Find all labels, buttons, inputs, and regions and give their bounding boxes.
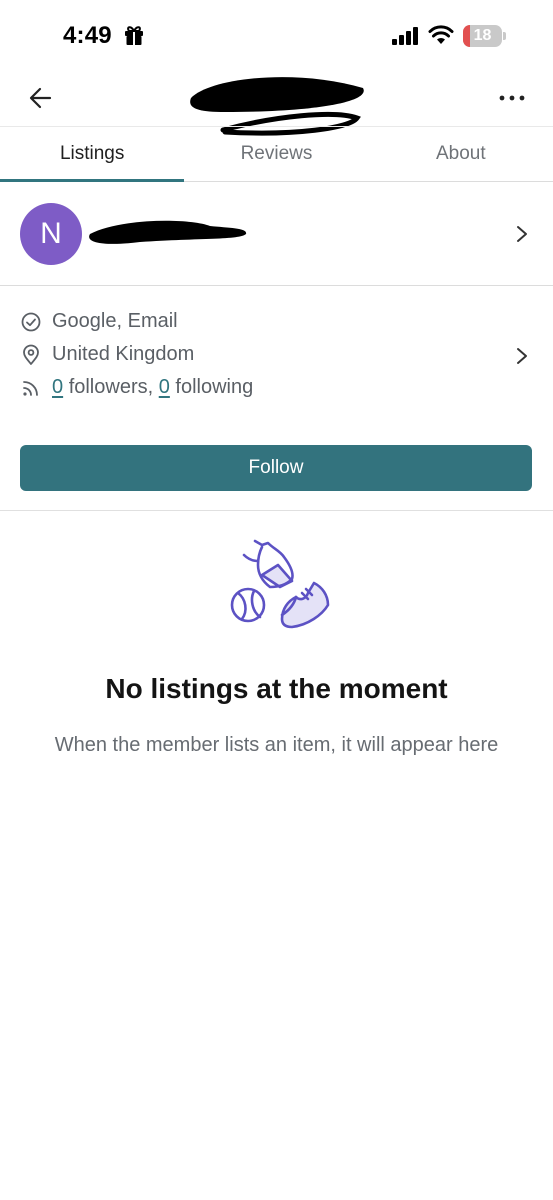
chevron-right-icon: [517, 348, 527, 364]
signal-icon: [392, 27, 418, 45]
tab-about[interactable]: About: [369, 127, 553, 181]
followers-label: followers,: [68, 376, 154, 398]
empty-state-subtitle: When the member lists an item, it will a…: [54, 734, 499, 756]
check-circle-icon: [21, 312, 41, 332]
profile-tabs: Listings Reviews About: [0, 126, 553, 182]
follow-button[interactable]: Follow: [20, 445, 532, 491]
location-pin-icon: [23, 344, 39, 365]
verification-text: Google, Email: [52, 310, 178, 332]
followers-count-link[interactable]: 0: [52, 376, 63, 398]
items-illustration-icon: [230, 539, 330, 629]
nav-header: [0, 70, 553, 136]
followers-row: 0 followers, 0 following: [20, 372, 533, 405]
tab-reviews[interactable]: Reviews: [184, 127, 368, 181]
wifi-icon: [428, 25, 454, 44]
battery-level: 18: [473, 27, 492, 44]
tab-listings[interactable]: Listings: [0, 127, 185, 182]
following-count-link[interactable]: 0: [159, 376, 170, 398]
rss-feed-icon: [23, 381, 38, 396]
location-row[interactable]: United Kingdom: [20, 339, 533, 372]
section-divider: [0, 510, 553, 511]
battery-indicator: 18: [463, 25, 507, 47]
user-profile-row[interactable]: N: [0, 182, 553, 286]
more-options-icon[interactable]: [492, 84, 532, 112]
avatar: N: [20, 203, 82, 265]
back-arrow-icon[interactable]: [24, 82, 58, 114]
gift-icon: [125, 26, 143, 45]
location-text: United Kingdom: [52, 343, 195, 365]
redacted-user-name: [89, 220, 247, 244]
empty-state-title: No listings at the moment: [105, 673, 448, 704]
chevron-right-icon: [517, 226, 527, 242]
following-label: following: [175, 376, 254, 398]
verification-row: Google, Email: [20, 306, 533, 339]
followers-text: 0 followers, 0 following: [52, 376, 253, 399]
status-bar: 4:49 18: [0, 0, 553, 70]
status-time: 4:49: [63, 22, 112, 49]
